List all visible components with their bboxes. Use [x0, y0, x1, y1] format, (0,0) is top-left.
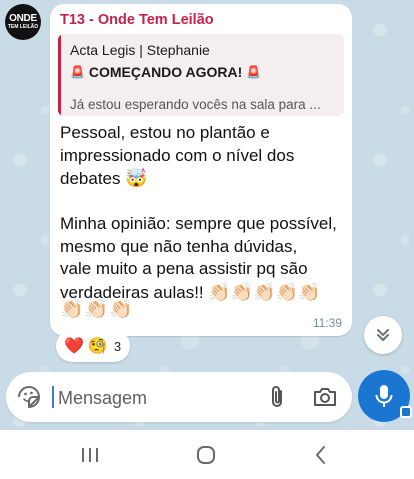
- mic-indicator-icon: [400, 406, 412, 418]
- reply-headline: 🚨 COMEÇANDO AGORA! 🚨: [70, 64, 261, 80]
- back-chevron-icon: [316, 446, 325, 464]
- reply-headline-text: COMEÇANDO AGORA!: [88, 64, 243, 80]
- home-button[interactable]: [195, 444, 217, 466]
- message-composer[interactable]: [6, 372, 352, 422]
- microphone-icon: [375, 385, 393, 407]
- message-paragraph-1: Pessoal, estou no plantão e impressionad…: [60, 123, 295, 188]
- mind-blown-emoji: 🤯: [125, 168, 148, 188]
- message-timestamp: 11:39: [312, 316, 342, 330]
- reply-author: Acta Legis | Stephanie: [70, 42, 210, 58]
- heart-reaction-emoji: ❤️: [64, 338, 84, 355]
- monocle-reaction-emoji: 🧐: [87, 338, 108, 355]
- reaction-count: 3: [113, 338, 122, 354]
- siren-icon: 🚨: [246, 65, 262, 79]
- avatar-text-top: ONDE: [9, 13, 37, 24]
- scroll-to-bottom-button[interactable]: [364, 316, 402, 354]
- system-navigation-bar: [0, 430, 414, 479]
- message-text: Pessoal, estou no plantão e impressionad…: [60, 122, 348, 304]
- message-bubble[interactable]: T13 - Onde Tem Leilão Acta Legis | Steph…: [50, 4, 352, 336]
- clapping-emoji-row-2: 👏🏻👏🏻👏🏻: [60, 299, 134, 320]
- paperclip-icon: [272, 386, 282, 407]
- attach-button[interactable]: [266, 384, 290, 410]
- message-input[interactable]: [56, 382, 260, 414]
- text-cursor: [52, 386, 54, 408]
- camera-button[interactable]: [312, 385, 338, 409]
- recent-apps-icon: [82, 448, 98, 462]
- avatar-text-bottom: TEM LEILÃO: [7, 24, 39, 30]
- clapping-emoji-row-1: 👏🏻👏🏻👏🏻👏🏻👏🏻: [208, 281, 321, 302]
- reactions-pill[interactable]: ❤️ 🧐 3: [56, 330, 130, 362]
- sender-name[interactable]: T13 - Onde Tem Leilão: [60, 12, 214, 28]
- sticker-button[interactable]: [16, 384, 42, 410]
- reply-preview: Já estou esperando vocês na sala para ..…: [70, 97, 321, 112]
- sticker-icon: [18, 386, 40, 409]
- sender-avatar[interactable]: ONDE TEM LEILÃO: [5, 4, 41, 40]
- back-button[interactable]: [312, 444, 330, 466]
- siren-icon: 🚨: [70, 65, 85, 79]
- reply-accent-bar: [58, 34, 61, 116]
- recent-apps-button[interactable]: [80, 444, 100, 466]
- home-icon: [197, 446, 215, 464]
- chevron-double-down-icon: [377, 329, 389, 341]
- reply-quote[interactable]: Acta Legis | Stephanie 🚨 COMEÇANDO AGORA…: [58, 34, 344, 116]
- camera-icon: [314, 388, 336, 406]
